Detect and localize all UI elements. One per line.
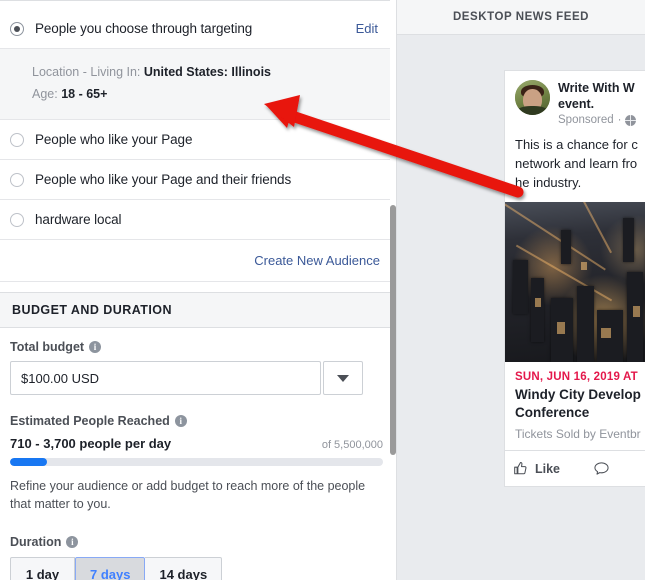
ad-event-meta: SUN, JUN 16, 2019 AT Windy City Develop … bbox=[505, 362, 645, 450]
audience-option-page-likers-friends[interactable]: People who like your Page and their frie… bbox=[0, 160, 390, 200]
info-icon[interactable]: i bbox=[89, 341, 102, 353]
duration-label: Duration bbox=[10, 535, 62, 549]
preview-title: DESKTOP NEWS FEED bbox=[452, 11, 590, 23]
estimated-reach-label-row: Estimated People Reached i bbox=[10, 414, 380, 428]
total-budget-control bbox=[10, 361, 380, 395]
duration-option-1-day[interactable]: 1 day bbox=[10, 557, 75, 580]
ad-headline-line2: event. bbox=[558, 97, 595, 111]
ad-preview-panel: DESKTOP NEWS FEED Write With W event. Sp… bbox=[397, 0, 645, 580]
chevron-down-icon bbox=[337, 374, 349, 382]
event-subtitle: Tickets Sold by Eventbr bbox=[515, 427, 641, 441]
estimated-reach-total: of 5,500,000 bbox=[321, 439, 383, 451]
total-budget-label-row: Total budget i bbox=[10, 340, 380, 354]
separator-dot: · bbox=[617, 114, 622, 126]
ad-header: Write With W event. Sponsored · bbox=[505, 71, 645, 126]
targeting-summary-location: Location - Living In: United States: Ill… bbox=[32, 61, 376, 83]
ad-body-line1: This is a chance for c bbox=[515, 137, 638, 152]
estimated-reach-values: 710 - 3,700 people per day of 5,500,000 bbox=[10, 436, 383, 451]
targeting-age-key: Age: bbox=[32, 87, 58, 101]
like-label: Like bbox=[535, 461, 561, 476]
reach-progress-fill bbox=[10, 458, 48, 466]
audience-option-targeting[interactable]: People you choose through targeting Edit bbox=[0, 9, 390, 49]
audience-option-label: People you choose through targeting bbox=[35, 21, 253, 36]
total-budget-label: Total budget bbox=[10, 340, 85, 354]
ad-body-line2: network and learn fro bbox=[515, 156, 638, 171]
event-date: SUN, JUN 16, 2019 AT bbox=[515, 371, 638, 383]
estimated-reach-value: 710 - 3,700 people per day bbox=[10, 436, 172, 451]
event-title-line1: Windy City Develop bbox=[515, 387, 641, 402]
screenshot-root: People you choose through targeting Edit… bbox=[0, 0, 645, 580]
ad-sponsored-row: Sponsored · bbox=[558, 114, 637, 126]
radio-page-likers-friends[interactable] bbox=[10, 172, 24, 187]
info-icon[interactable]: i bbox=[66, 536, 79, 548]
targeting-location-key: Location - Living In: bbox=[32, 65, 141, 79]
audience-option-label: hardware local bbox=[35, 212, 122, 227]
avatar bbox=[515, 80, 550, 115]
section-header-label: BUDGET AND DURATION bbox=[12, 303, 172, 317]
preview-header: DESKTOP NEWS FEED bbox=[397, 0, 645, 35]
ad-preview-card: Write With W event. Sponsored · This is … bbox=[504, 70, 645, 487]
radio-targeting[interactable] bbox=[10, 21, 24, 36]
refine-audience-text: Refine your audience or add budget to re… bbox=[10, 479, 366, 511]
targeting-summary-age: Age: 18 - 65+ bbox=[32, 83, 376, 105]
duration-label-row: Duration i bbox=[10, 535, 380, 549]
total-budget-input[interactable] bbox=[10, 361, 321, 395]
audience-option-hardware-local[interactable]: hardware local bbox=[0, 200, 390, 240]
thumbs-up-icon bbox=[514, 461, 527, 475]
duration-option-7-days[interactable]: 7 days bbox=[75, 557, 146, 580]
sponsored-label: Sponsored bbox=[558, 114, 614, 126]
total-budget-dropdown-button[interactable] bbox=[323, 361, 363, 395]
estimated-reach-label: Estimated People Reached bbox=[10, 414, 170, 428]
budget-form-area: Total budget i Estimated People Reached … bbox=[0, 328, 390, 580]
radio-page-likers[interactable] bbox=[10, 132, 24, 147]
ad-body-line3: he industry. bbox=[515, 175, 582, 190]
targeting-age-value: 18 - 65+ bbox=[61, 87, 108, 101]
globe-icon bbox=[625, 114, 637, 126]
reach-progress-bar bbox=[10, 458, 383, 466]
city-skyline-night-photo bbox=[505, 202, 645, 362]
create-audience-row: Create New Audience bbox=[0, 240, 390, 282]
edit-targeting-link[interactable]: Edit bbox=[356, 21, 378, 36]
like-button[interactable]: Like bbox=[513, 461, 560, 476]
info-icon[interactable]: i bbox=[174, 415, 187, 427]
ad-headline-line1: Write With W bbox=[558, 81, 635, 95]
duration-button-group: 1 day 7 days 14 days bbox=[10, 557, 380, 580]
panel-top-divider bbox=[0, 0, 390, 1]
targeting-summary-box: Location - Living In: United States: Ill… bbox=[0, 49, 390, 120]
audience-budget-panel: People you choose through targeting Edit… bbox=[0, 0, 396, 580]
duration-option-14-days[interactable]: 14 days bbox=[145, 557, 223, 580]
ad-action-bar: Like bbox=[505, 450, 645, 486]
radio-hardware-local[interactable] bbox=[10, 212, 24, 227]
comment-bubble-icon bbox=[594, 462, 609, 475]
audience-option-label: People who like your Page and their frie… bbox=[35, 172, 292, 187]
budget-duration-section-header: BUDGET AND DURATION bbox=[0, 292, 390, 328]
create-new-audience-link[interactable]: Create New Audience bbox=[254, 253, 380, 268]
event-title-line2: Conference bbox=[515, 405, 590, 420]
ad-body-text: This is a chance for c network and learn… bbox=[505, 126, 645, 202]
audience-option-page-likers[interactable]: People who like your Page bbox=[0, 120, 390, 160]
ad-headline: Write With W bbox=[558, 80, 636, 96]
audience-option-label: People who like your Page bbox=[35, 132, 193, 147]
targeting-location-value: United States: Illinois bbox=[143, 65, 271, 79]
comment-button[interactable] bbox=[594, 461, 609, 476]
